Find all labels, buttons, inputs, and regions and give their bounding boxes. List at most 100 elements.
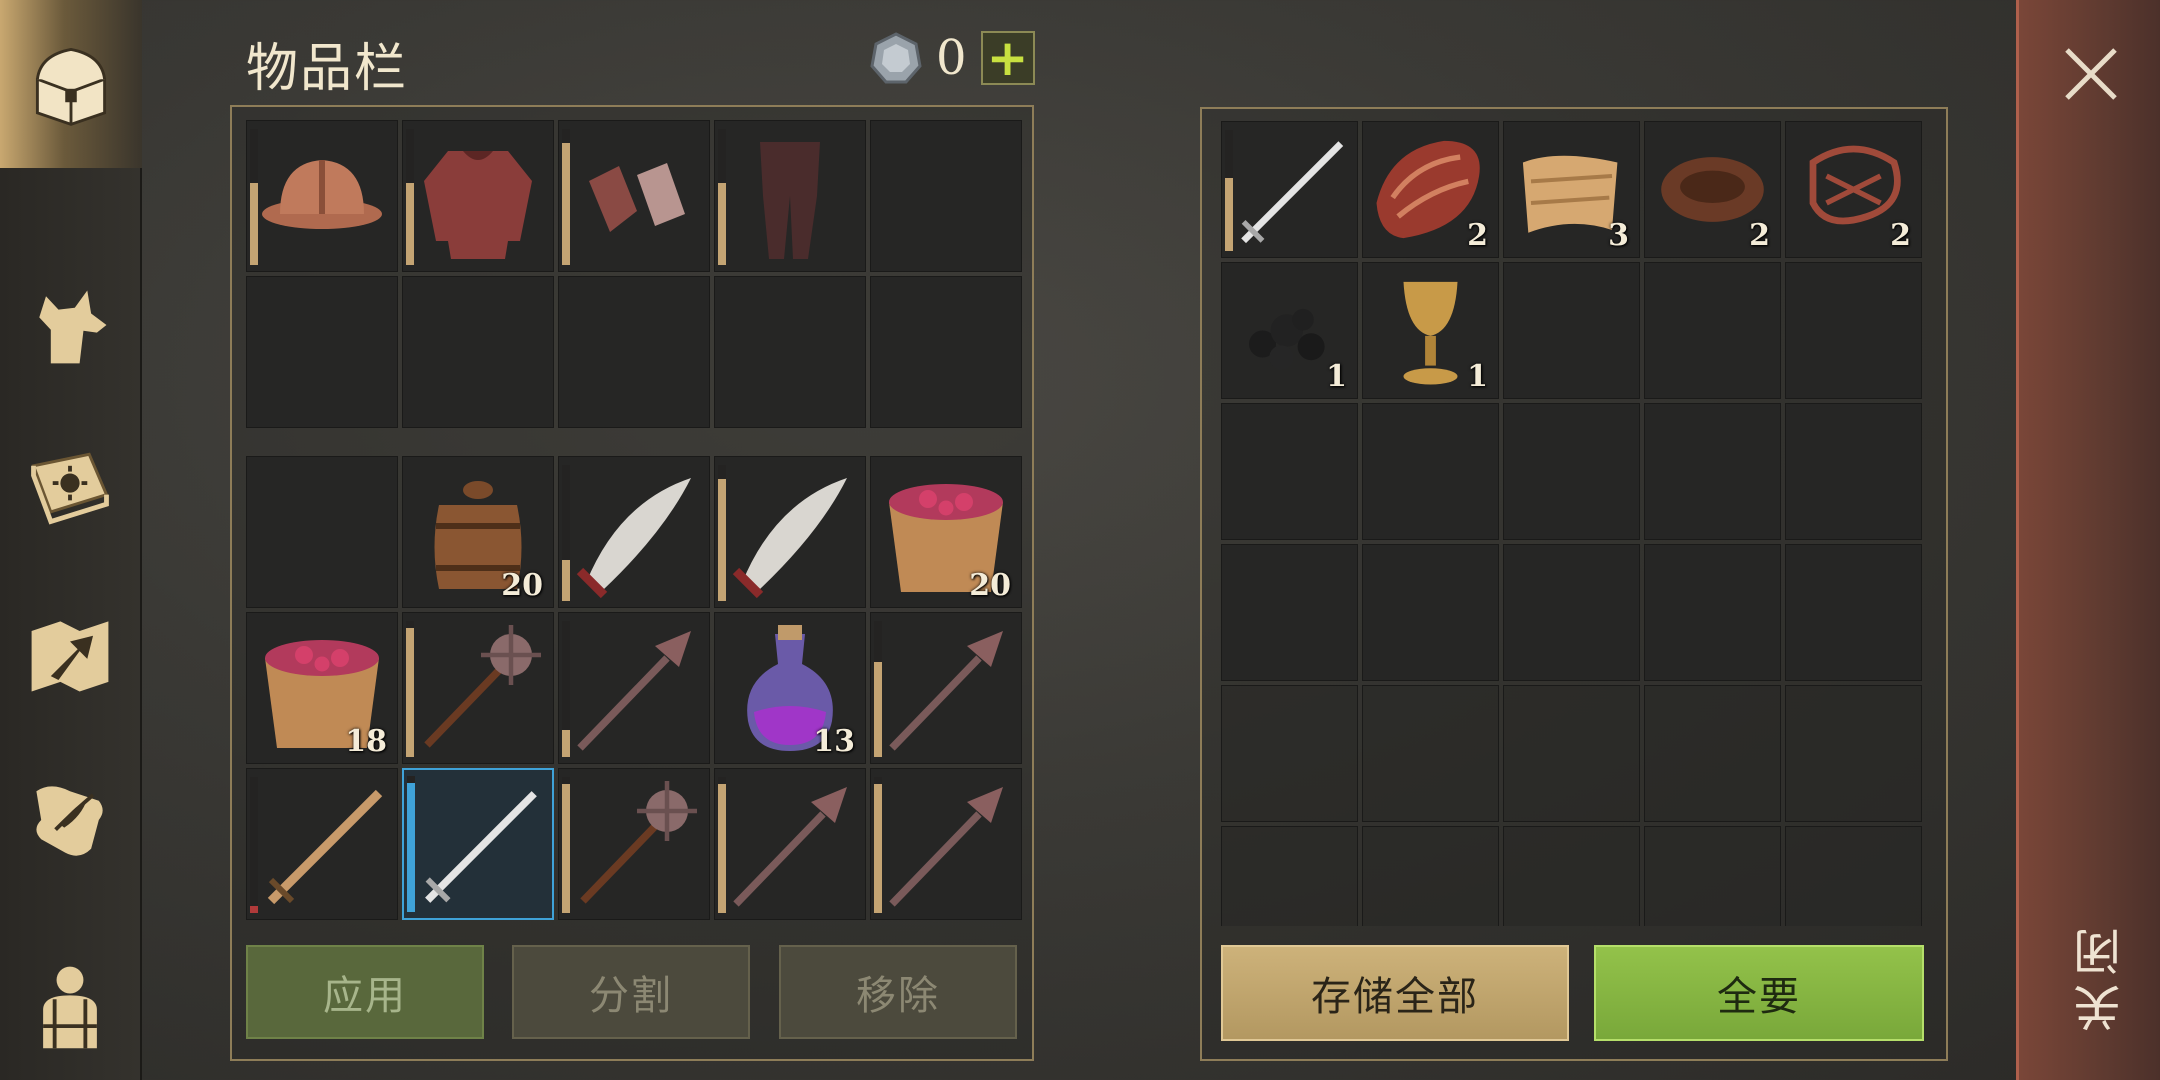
durability-bar <box>250 129 258 265</box>
storage-slot[interactable] <box>1221 685 1358 822</box>
backpack-grid: 20 20 18 13 <box>246 456 1022 920</box>
close-label[interactable]: 关闭 <box>2067 920 2130 1032</box>
page-title: 物品栏 <box>246 39 409 99</box>
equipment-slot[interactable] <box>714 276 866 428</box>
storage-slot[interactable] <box>1503 826 1640 926</box>
chainmail-icon <box>424 151 532 259</box>
backpack-slot[interactable] <box>558 612 710 764</box>
backpack-slot[interactable] <box>714 456 866 608</box>
storage-slot[interactable]: 1 <box>1221 262 1358 399</box>
close-x-icon[interactable] <box>2057 40 2125 108</box>
durability-fill <box>562 560 570 601</box>
backpack-slot[interactable]: 18 <box>246 612 398 764</box>
store-all-button[interactable]: 存储全部 <box>1221 945 1569 1041</box>
storage-slot[interactable] <box>1503 544 1640 681</box>
apply-button[interactable]: 应用 <box>246 945 484 1039</box>
tab-character[interactable] <box>0 930 140 1080</box>
tab-companion[interactable] <box>0 250 140 400</box>
gauntlets-icon <box>589 163 685 232</box>
durability-bar <box>250 777 258 913</box>
backpack-slot[interactable] <box>558 768 710 920</box>
scimitar-icon <box>576 478 691 599</box>
storage-slot[interactable] <box>1221 121 1358 258</box>
storage-slot[interactable] <box>1644 262 1781 399</box>
durability-bar <box>562 465 570 601</box>
durability-bar <box>718 129 726 265</box>
map-arrow-icon <box>31 621 109 692</box>
storage-slot[interactable]: 3 <box>1503 121 1640 258</box>
durability-fill <box>562 729 570 757</box>
equipment-slot[interactable] <box>870 276 1022 428</box>
backpack-slot[interactable]: 20 <box>870 456 1022 608</box>
storage-slot[interactable] <box>1503 403 1640 540</box>
storage-slot[interactable] <box>1503 262 1640 399</box>
split-button[interactable]: 分割 <box>512 945 750 1039</box>
backpack-slot[interactable]: 20 <box>402 456 554 608</box>
storage-slot[interactable] <box>1644 544 1781 681</box>
backpack-slot[interactable]: 13 <box>714 612 866 764</box>
storage-slot[interactable] <box>1644 826 1781 926</box>
storage-slot[interactable]: 2 <box>1644 121 1781 258</box>
storage-slot[interactable] <box>1362 826 1499 926</box>
backpack-slot[interactable] <box>870 768 1022 920</box>
durability-fill <box>874 783 882 913</box>
storage-slot[interactable] <box>1644 685 1781 822</box>
storage-slot[interactable] <box>1785 544 1922 681</box>
tab-quests[interactable] <box>0 745 140 895</box>
add-currency-button[interactable]: + <box>980 31 1035 85</box>
storage-slot[interactable] <box>1785 685 1922 822</box>
durability-fill <box>250 183 258 265</box>
backpack-slot[interactable] <box>246 456 398 608</box>
storage-slot[interactable] <box>1785 403 1922 540</box>
equipment-slot[interactable] <box>402 120 554 272</box>
storage-slot[interactable] <box>1221 403 1358 540</box>
mace-icon <box>889 787 1003 907</box>
storage-grid: 2 3 2 2 1 1 <box>1221 121 1922 926</box>
storage-slot[interactable] <box>1221 826 1358 926</box>
storage-slot[interactable] <box>1362 544 1499 681</box>
remove-button[interactable]: 移除 <box>779 945 1017 1039</box>
tab-inventory[interactable] <box>0 0 142 168</box>
backpack-slot[interactable] <box>246 768 398 920</box>
storage-slot[interactable] <box>1362 403 1499 540</box>
storage-slot[interactable] <box>1503 685 1640 822</box>
durability-fill <box>562 142 570 265</box>
durability-fill <box>250 906 258 913</box>
chain-leggings-icon <box>760 142 820 259</box>
storage-slot[interactable] <box>1221 544 1358 681</box>
take-all-button[interactable]: 全要 <box>1594 945 1924 1041</box>
backpack-slot[interactable] <box>402 768 554 920</box>
equipment-slot[interactable] <box>402 276 554 428</box>
currency-display: 0 + <box>870 30 1035 86</box>
close-panel[interactable]: 关闭 <box>2016 0 2160 1080</box>
storage-slot[interactable]: 2 <box>1785 121 1922 258</box>
durability-bar <box>562 777 570 913</box>
equipment-slot[interactable] <box>714 120 866 272</box>
scimitar-icon <box>732 478 847 599</box>
storage-slot[interactable]: 2 <box>1362 121 1499 258</box>
durability-bar <box>718 465 726 601</box>
equipment-slot[interactable] <box>558 276 710 428</box>
tab-map[interactable] <box>0 580 140 730</box>
backpack-slot[interactable] <box>558 456 710 608</box>
durability-bar <box>406 129 414 265</box>
equipment-slot[interactable] <box>246 120 398 272</box>
durability-fill <box>406 183 414 265</box>
durability-fill <box>718 478 726 601</box>
storage-slot[interactable] <box>1362 685 1499 822</box>
backpack-slot[interactable] <box>870 612 1022 764</box>
quill-scroll-icon <box>36 786 103 856</box>
storage-slot[interactable] <box>1785 826 1922 926</box>
equipment-slot[interactable] <box>246 276 398 428</box>
character-backpack-icon <box>43 966 97 1049</box>
equipment-slot[interactable] <box>870 120 1022 272</box>
backpack-slot[interactable] <box>402 612 554 764</box>
storage-slot[interactable] <box>1785 262 1922 399</box>
item-count: 2 <box>1749 218 1770 253</box>
storage-slot[interactable] <box>1644 403 1781 540</box>
backpack-slot[interactable] <box>714 768 866 920</box>
equipment-slot[interactable] <box>558 120 710 272</box>
storage-slot[interactable]: 1 <box>1362 262 1499 399</box>
tab-skills[interactable] <box>0 410 140 560</box>
item-count: 1 <box>1467 359 1488 394</box>
